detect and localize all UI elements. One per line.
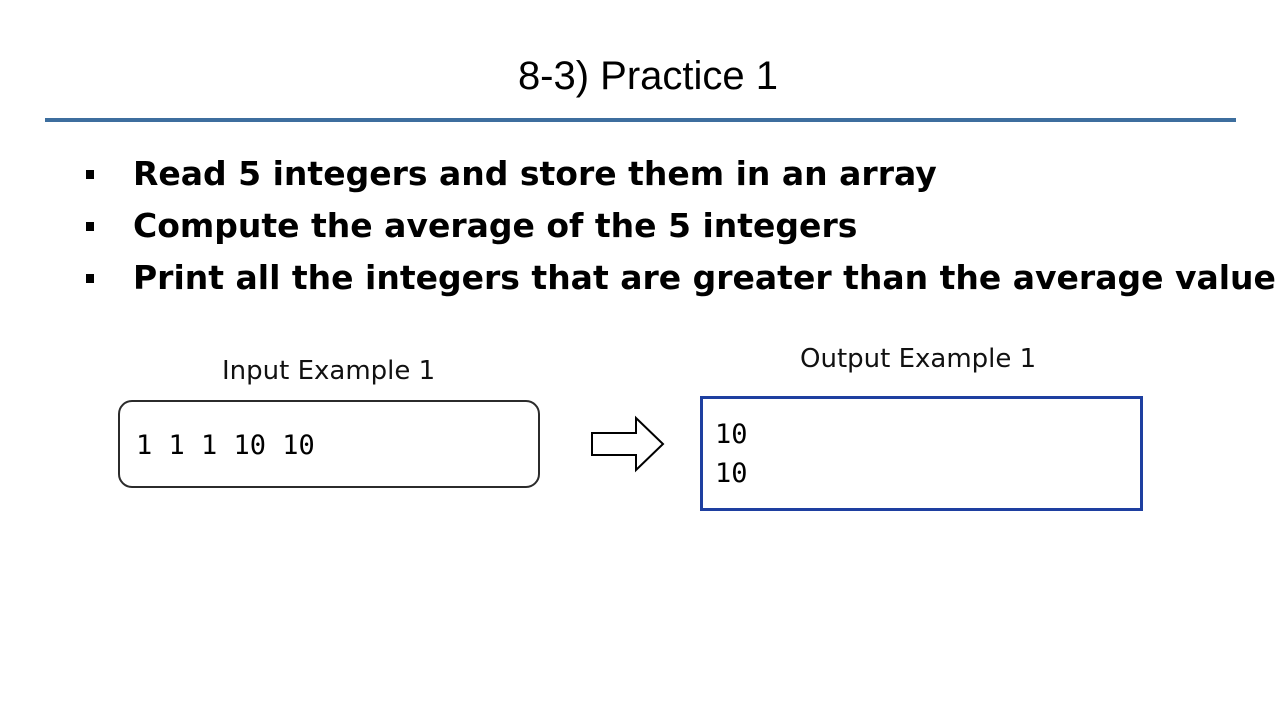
bullet-text: Compute the average of the 5 integers — [133, 206, 858, 245]
output-example-box: 10 10 — [700, 396, 1143, 511]
square-bullet-icon — [86, 170, 94, 179]
bullet-text: Print all the integers that are greater … — [133, 258, 1276, 297]
input-example-value: 1 1 1 10 10 — [136, 430, 315, 461]
input-example-label: Input Example 1 — [222, 356, 436, 386]
square-bullet-icon — [86, 274, 94, 283]
output-line: 10 — [715, 419, 748, 450]
output-line: 10 — [715, 458, 748, 489]
title-divider — [45, 118, 1236, 122]
right-arrow-icon — [588, 414, 668, 479]
output-example-label: Output Example 1 — [800, 344, 1037, 374]
bullet-text: Read 5 integers and store them in an arr… — [133, 154, 937, 193]
square-bullet-icon — [86, 222, 94, 231]
input-example-box: 1 1 1 10 10 — [118, 400, 540, 488]
slide-title: 8-3) Practice 1 — [517, 54, 779, 98]
